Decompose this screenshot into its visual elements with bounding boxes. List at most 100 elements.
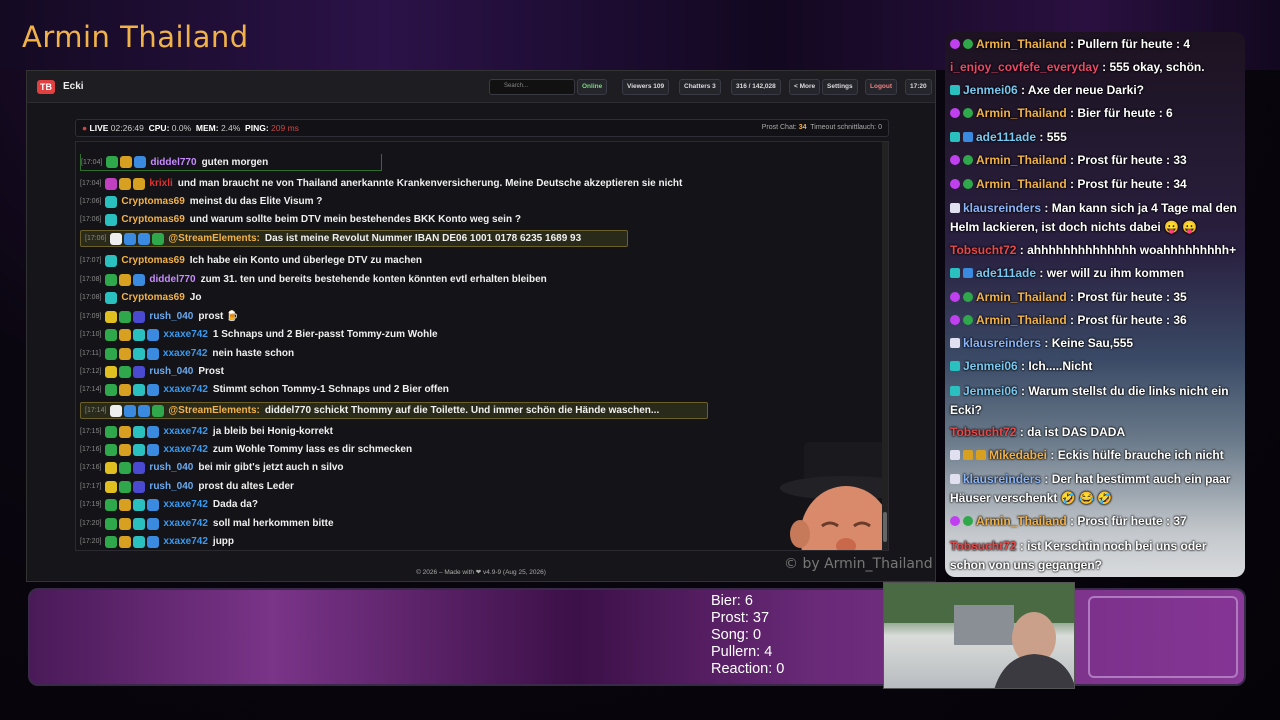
counter-row: Pullern: 4: [711, 644, 784, 661]
user-badge-icon: [105, 328, 118, 341]
more-button[interactable]: < More: [789, 79, 821, 95]
user-badge-icon: [119, 517, 132, 530]
chat-message: [17:12] rush_040 Prost: [80, 363, 224, 380]
user-badge-icon: [152, 404, 165, 417]
user-badge-icon: [119, 498, 132, 511]
online-button[interactable]: Online: [577, 79, 608, 95]
message-author[interactable]: xxaxe742: [163, 348, 208, 359]
user-badge-icon: [147, 498, 160, 511]
message-author[interactable]: Cryptomas69: [121, 255, 184, 266]
message-author[interactable]: rush_040: [149, 311, 193, 322]
message-timestamp: [17:16]: [80, 464, 102, 471]
message-timestamp: [17:06]: [85, 235, 107, 242]
message-author[interactable]: xxaxe742: [163, 518, 208, 529]
chat-message: [17:08] diddel770 zum 31. ten und bereits …: [80, 271, 547, 288]
user-badge-icon: [133, 177, 146, 190]
message-author[interactable]: xxaxe742: [163, 536, 208, 547]
counter-value: 4: [764, 644, 773, 660]
user-badge-icon: [133, 383, 146, 396]
chat-badge-icon: [950, 450, 960, 460]
stream-chat-message: Armin_Thailand : Prost für heute : 37: [950, 512, 1240, 531]
stream-chat-author: Mikedabei: [989, 448, 1048, 462]
message-timestamp: [17:15]: [80, 428, 102, 435]
viewers-button[interactable]: Viewers 109: [622, 79, 670, 95]
timeout-label: Timeout schnittlauch:: [810, 124, 877, 131]
user-badge-icon: [105, 365, 118, 378]
user-badge-icon: [105, 480, 118, 493]
counter-label: Prost:: [711, 610, 749, 626]
message-author[interactable]: Cryptomas69: [121, 214, 184, 225]
chat-message: [17:04] diddel770 guten morgen: [80, 154, 382, 171]
chat-scrollbar[interactable]: [882, 142, 888, 550]
stream-chat-author: Tobsucht72: [950, 539, 1017, 553]
cpu-label: CPU:: [148, 123, 170, 133]
message-author[interactable]: rush_040: [149, 481, 193, 492]
message-author[interactable]: xxaxe742: [163, 499, 208, 510]
message-text: zum Wohle Tommy lass es dir schmecken: [212, 444, 413, 455]
chat-message: [17:09] rush_040 prost 🍺: [80, 308, 239, 325]
message-author[interactable]: @StreamElements:: [168, 233, 259, 244]
user-badge-icon: [105, 254, 118, 267]
message-author[interactable]: xxaxe742: [163, 444, 208, 455]
chat-badge-icon: [950, 179, 960, 189]
scroll-thumb[interactable]: [883, 512, 887, 542]
message-author[interactable]: Cryptomas69: [121, 292, 184, 303]
message-timestamp: [17:06]: [80, 198, 102, 205]
chat-badge-icon: [963, 155, 973, 165]
message-author[interactable]: @StreamElements:: [168, 405, 259, 416]
user-badge-icon: [133, 328, 146, 341]
chatters-button[interactable]: Chatters 3: [679, 79, 721, 95]
stream-chat-text: : da ist DAS DADA: [1019, 425, 1126, 439]
stream-chat-message: klausreinders : Der hat bestimmt auch ei…: [950, 470, 1240, 508]
stream-chat-message: Armin_Thailand : Prost für heute : 33: [950, 151, 1240, 170]
mascot-gentleman-icon: [780, 442, 888, 550]
message-author[interactable]: diddel770: [150, 157, 196, 168]
user-badge-icon: [120, 156, 133, 168]
message-author[interactable]: Cryptomas69: [121, 196, 184, 207]
logout-button[interactable]: Logout: [865, 79, 898, 95]
clock: 17:20: [905, 79, 932, 95]
user-badge-icon: [133, 310, 146, 323]
mem-value: 2.4%: [220, 123, 241, 133]
message-author[interactable]: xxaxe742: [163, 384, 208, 395]
message-author[interactable]: krixli: [149, 178, 172, 189]
user-badge-icon: [147, 535, 160, 548]
stream-chat-author: ade111ade: [976, 130, 1037, 144]
chat-badge-icon: [950, 474, 960, 484]
chat-badge-icon: [963, 108, 973, 118]
chat-log[interactable]: [17:04] diddel770 guten morgen [17:04] krixl…: [75, 141, 889, 551]
settings-button[interactable]: Settings: [822, 79, 858, 95]
chat-message: [17:15] xxaxe742 ja bleib bei Honig-korrek…: [80, 423, 333, 440]
message-author[interactable]: rush_040: [149, 366, 193, 377]
chat-badge-icon: [950, 39, 960, 49]
counter-label: Bier:: [711, 593, 741, 609]
message-text: zum 31. ten und bereits bestehende konte…: [200, 274, 547, 285]
stream-chat-text: : ahhhhhhhhhhhhhh woahhhhhhhhh+: [1019, 243, 1237, 257]
chat-badge-icon: [976, 450, 986, 460]
message-author[interactable]: xxaxe742: [163, 426, 208, 437]
counter-row: Bier: 6: [711, 593, 784, 610]
user-badge-icon: [110, 232, 123, 245]
user-badge-icon: [119, 461, 132, 474]
message-text: guten morgen: [201, 156, 269, 168]
message-author[interactable]: xxaxe742: [163, 329, 208, 340]
stream-chat-author: klausreinders: [963, 472, 1042, 486]
user-badge-icon: [133, 480, 146, 493]
message-author[interactable]: diddel770: [149, 274, 195, 285]
message-text: bei mir gibt's jetzt auch n silvo: [198, 462, 344, 473]
user-badge-icon: [147, 383, 160, 396]
search-input[interactable]: Search...: [489, 79, 575, 95]
chat-badge-icon: [950, 315, 960, 325]
message-timestamp: [17:10]: [80, 331, 102, 338]
message-text: jupp: [212, 536, 235, 547]
user-badge-icon: [134, 156, 147, 168]
message-author[interactable]: rush_040: [149, 462, 193, 473]
messages-button[interactable]: 316 / 142,028: [731, 79, 781, 95]
chat-badge-icon: [963, 39, 973, 49]
stream-chat-message: Jenmei06 : Ich.....Nicht: [950, 357, 1240, 376]
stream-chat-message: Mikedabei : Eckis hülfe brauche ich nich…: [950, 446, 1240, 465]
counter-row: Song: 0: [711, 627, 784, 644]
stream-chat-message: Tobsucht72 : ist Kerschtin noch bei uns …: [950, 537, 1240, 575]
user-badge-icon: [124, 404, 137, 417]
chat-badge-icon: [950, 132, 960, 142]
